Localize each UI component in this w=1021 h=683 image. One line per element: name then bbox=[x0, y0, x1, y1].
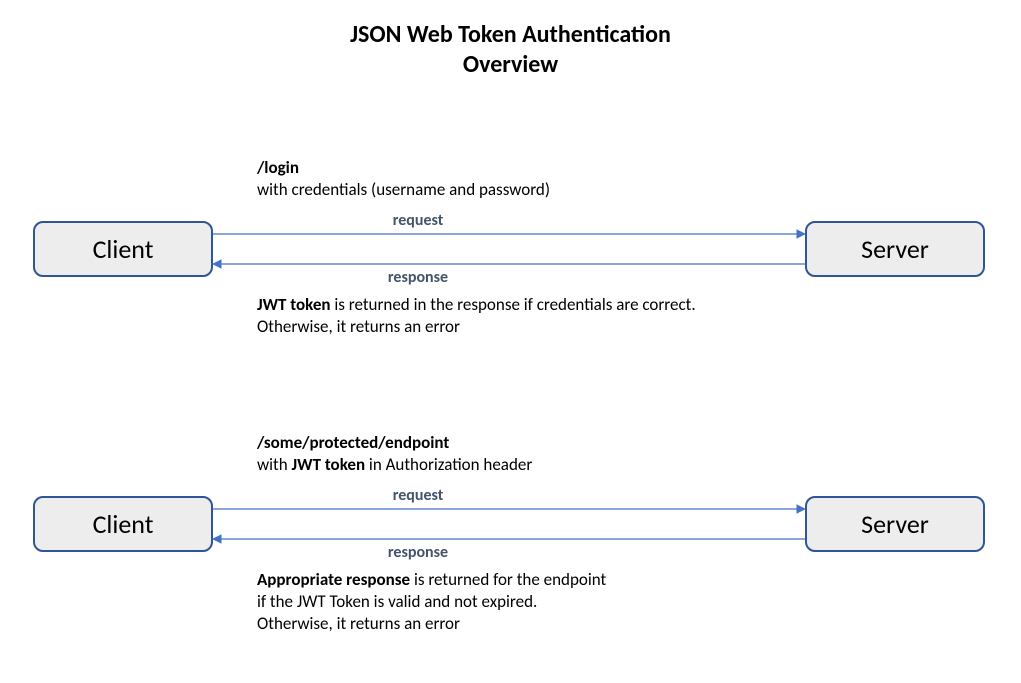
request-label-2: request bbox=[393, 486, 444, 505]
client-node-1-label: Client bbox=[93, 233, 154, 265]
client-node-2-label: Client bbox=[93, 508, 154, 540]
step2-bottom-bold: Appropriate response bbox=[257, 569, 410, 590]
server-node-1: Server bbox=[805, 221, 985, 277]
step2-bottom-line2: if the JWT Token is valid and not expire… bbox=[257, 591, 537, 612]
server-node-2: Server bbox=[805, 496, 985, 552]
server-node-1-label: Server bbox=[861, 233, 929, 265]
arrows-step-1 bbox=[213, 229, 805, 269]
client-node-2: Client bbox=[33, 496, 213, 552]
step1-bottom-bold: JWT token bbox=[257, 294, 331, 315]
step2-top-desc-bold: JWT token bbox=[292, 454, 366, 475]
step1-bottom-line2: Otherwise, it returns an error bbox=[257, 316, 460, 337]
title-line-1: JSON Web Token Authentication bbox=[350, 20, 671, 49]
diagram-title: JSON Web Token Authentication Overview bbox=[0, 20, 1021, 80]
step2-top-desc-post: in Authorization header bbox=[365, 454, 532, 475]
step1-top-desc: with credentials (username and password) bbox=[257, 179, 550, 200]
step2-bottom-line3: Otherwise, it returns an error bbox=[257, 613, 460, 634]
step1-bottom-caption: JWT token is returned in the response if… bbox=[257, 294, 696, 338]
client-node-1: Client bbox=[33, 221, 213, 277]
title-line-2: Overview bbox=[463, 50, 558, 79]
step1-endpoint: /login bbox=[257, 157, 299, 178]
step2-bottom-caption: Appropriate response is returned for the… bbox=[257, 569, 606, 635]
step1-top-caption: /login with credentials (username and pa… bbox=[257, 157, 550, 201]
step2-bottom-rest1: is returned for the endpoint bbox=[410, 569, 606, 590]
server-node-2-label: Server bbox=[861, 508, 929, 540]
response-label-1: response bbox=[388, 268, 448, 287]
step2-top-caption: /some/protected/endpoint with JWT token … bbox=[257, 432, 532, 476]
request-label-1: request bbox=[393, 211, 444, 230]
step2-endpoint: /some/protected/endpoint bbox=[257, 432, 449, 453]
step2-top-desc-pre: with bbox=[257, 454, 292, 475]
step1-bottom-rest1: is returned in the response if credentia… bbox=[331, 294, 696, 315]
arrows-step-2 bbox=[213, 504, 805, 544]
response-label-2: response bbox=[388, 543, 448, 562]
